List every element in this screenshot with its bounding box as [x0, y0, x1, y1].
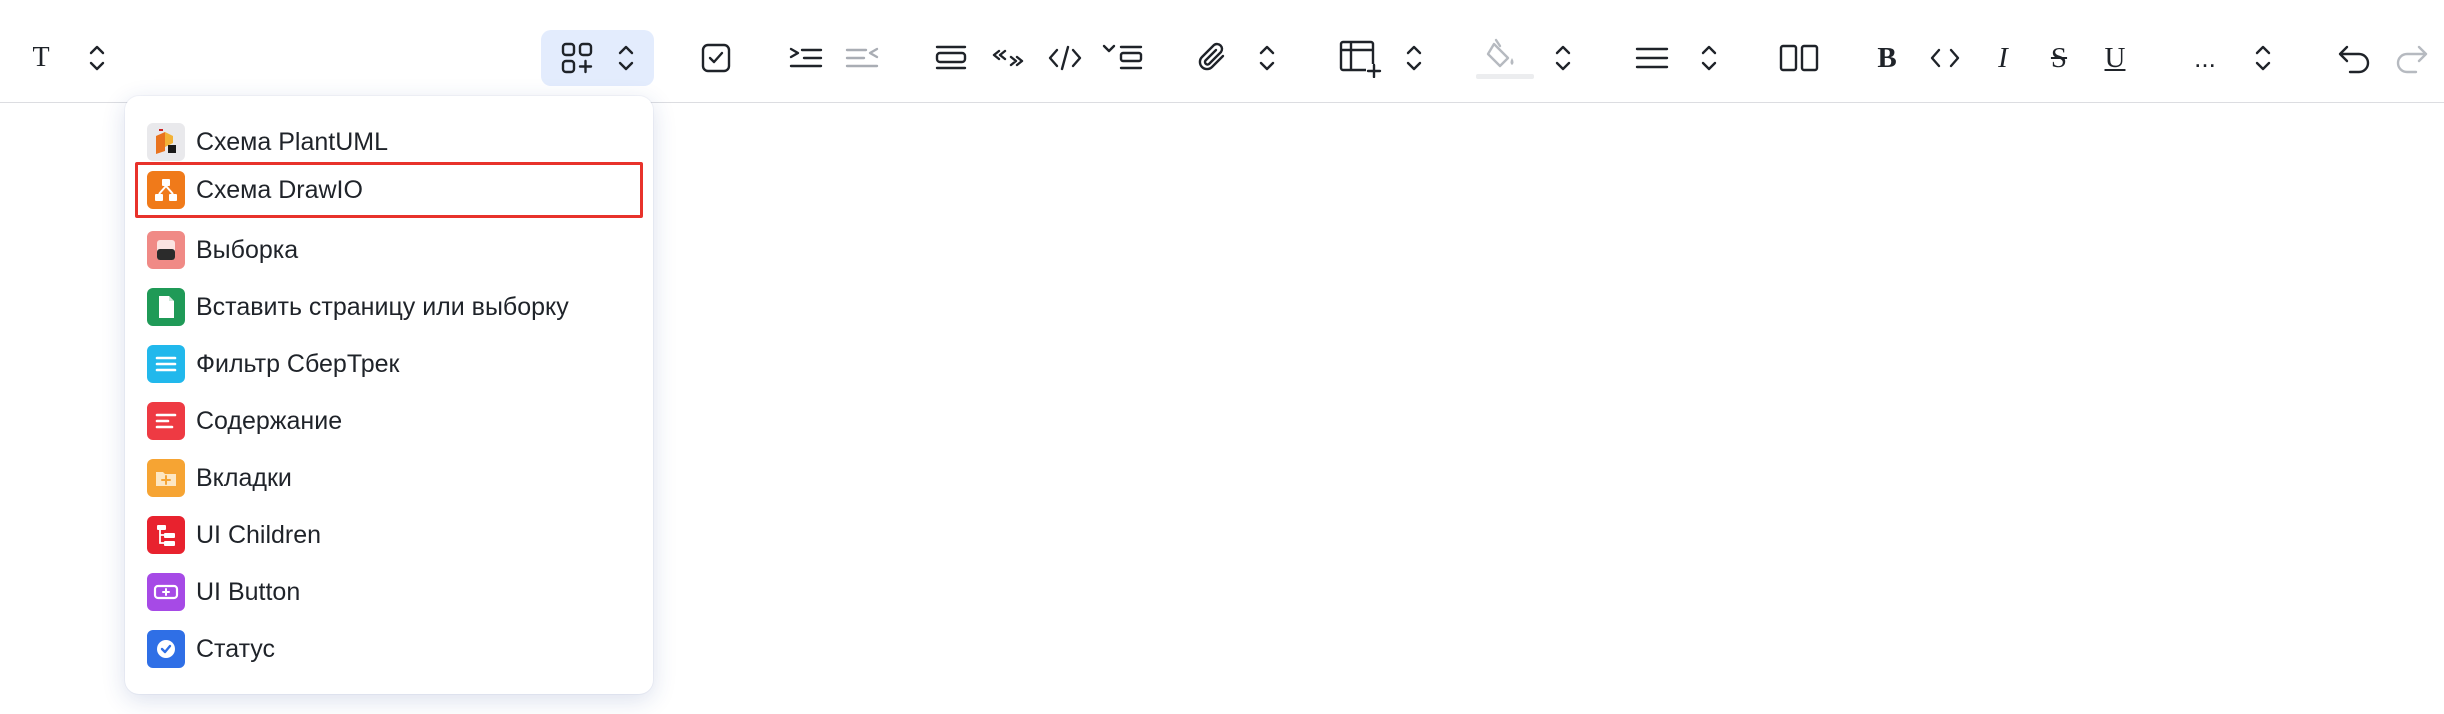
insert-menu: Схема PlantUML Схема DrawIO Выборка Вста…	[125, 96, 653, 694]
menu-item-tabs[interactable]: Вкладки	[135, 450, 643, 506]
expand-list-icon	[1102, 44, 1143, 70]
text-style-button[interactable]: T	[24, 30, 58, 86]
more-options-button[interactable]: ...	[2188, 30, 2222, 86]
chevron-updown-icon	[1259, 45, 1275, 71]
text-style-label: T	[32, 42, 50, 73]
strikethrough-label: S	[2050, 41, 2068, 74]
expand-button[interactable]	[1100, 30, 1146, 86]
bold-label: B	[1877, 41, 1897, 74]
code-icon	[1048, 45, 1082, 71]
menu-item-insert-page[interactable]: Вставить страницу или выборку	[135, 279, 643, 335]
inline-code-button[interactable]	[1926, 30, 1964, 86]
chevron-updown-icon	[1406, 45, 1422, 71]
more-label: ...	[2194, 43, 2216, 73]
attachment-dropdown[interactable]	[1250, 30, 1284, 86]
redo-button[interactable]	[2392, 30, 2432, 86]
menu-item-label: Выборка	[196, 235, 299, 264]
chevron-updown-icon	[1701, 45, 1717, 71]
insert-block-button[interactable]	[541, 30, 654, 86]
fill-color-dropdown[interactable]	[1546, 30, 1580, 86]
undo-icon	[2338, 45, 2370, 74]
outdent-icon	[845, 47, 879, 68]
contents-icon	[147, 402, 185, 440]
fill-color-button[interactable]	[1474, 30, 1536, 86]
columns-icon	[1779, 44, 1819, 72]
italic-button[interactable]: I	[1988, 30, 2018, 86]
editor-toolbar: T B I S U ...	[0, 16, 2444, 103]
block-icon	[935, 45, 967, 70]
filter-icon	[147, 345, 185, 383]
align-justify-icon	[1635, 47, 1669, 69]
status-icon	[147, 630, 185, 668]
page-icon	[147, 288, 185, 326]
menu-item-sbertrack-filter[interactable]: Фильтр СберТрек	[135, 336, 643, 392]
menu-item-label: Схема DrawIO	[196, 175, 363, 204]
strikethrough-button[interactable]: S	[2044, 30, 2074, 86]
menu-item-label: UI Children	[196, 520, 322, 549]
paperclip-icon	[1198, 42, 1225, 71]
outdent-button[interactable]	[842, 30, 882, 86]
menu-item-ui-button[interactable]: UI Button	[135, 564, 643, 620]
table-button[interactable]	[1336, 30, 1384, 86]
button-icon	[147, 573, 185, 611]
angle-brackets-icon	[1930, 48, 1960, 68]
menu-item-label: Содержание	[196, 406, 343, 435]
block-button[interactable]	[931, 30, 971, 86]
menu-item-label: Статус	[196, 634, 276, 663]
plantuml-icon	[147, 123, 185, 161]
quote-button[interactable]	[988, 30, 1028, 86]
menu-item-status[interactable]: Статус	[135, 621, 643, 677]
checklist-button[interactable]	[696, 30, 736, 86]
bold-button[interactable]: B	[1872, 30, 1902, 86]
selection-icon	[147, 231, 185, 269]
more-options-dropdown[interactable]	[2246, 30, 2280, 86]
indent-button[interactable]	[786, 30, 826, 86]
underline-button[interactable]: U	[2100, 30, 2130, 86]
indent-icon	[789, 47, 823, 68]
folder-icon	[147, 459, 185, 497]
chevron-updown-icon	[1555, 45, 1571, 71]
align-dropdown[interactable]	[1692, 30, 1726, 86]
code-block-button[interactable]	[1045, 30, 1085, 86]
chevron-updown-icon	[89, 45, 105, 71]
text-style-dropdown[interactable]	[80, 30, 114, 86]
menu-item-selection[interactable]: Выборка	[135, 222, 643, 278]
align-button[interactable]	[1632, 30, 1672, 86]
blocks-plus-icon	[561, 42, 592, 74]
menu-item-label: Вставить страницу или выборку	[196, 292, 569, 321]
children-icon	[147, 516, 185, 554]
quote-icon	[992, 49, 1024, 67]
window-top-edge	[0, 0, 2444, 17]
redo-icon	[2396, 45, 2428, 74]
drawio-icon	[147, 171, 185, 209]
menu-item-drawio[interactable]: Схема DrawIO	[135, 162, 643, 218]
menu-item-label: Фильтр СберТрек	[196, 349, 400, 378]
paint-bucket-icon	[1476, 38, 1534, 79]
menu-item-label: UI Button	[196, 577, 301, 606]
table-plus-icon	[1339, 40, 1382, 78]
columns-button[interactable]	[1777, 30, 1821, 86]
menu-item-label: Вкладки	[196, 463, 292, 492]
checkbox-icon	[701, 43, 731, 73]
menu-item-contents[interactable]: Содержание	[135, 393, 643, 449]
table-dropdown[interactable]	[1397, 30, 1431, 86]
underline-label: U	[2104, 41, 2126, 74]
menu-item-ui-children[interactable]: UI Children	[135, 507, 643, 563]
chevron-updown-icon	[2255, 45, 2271, 71]
italic-label: I	[1998, 41, 2008, 74]
menu-item-label: Схема PlantUML	[196, 127, 388, 156]
undo-button[interactable]	[2334, 30, 2374, 86]
attachment-button[interactable]	[1193, 30, 1233, 86]
chevron-updown-icon	[618, 45, 633, 71]
